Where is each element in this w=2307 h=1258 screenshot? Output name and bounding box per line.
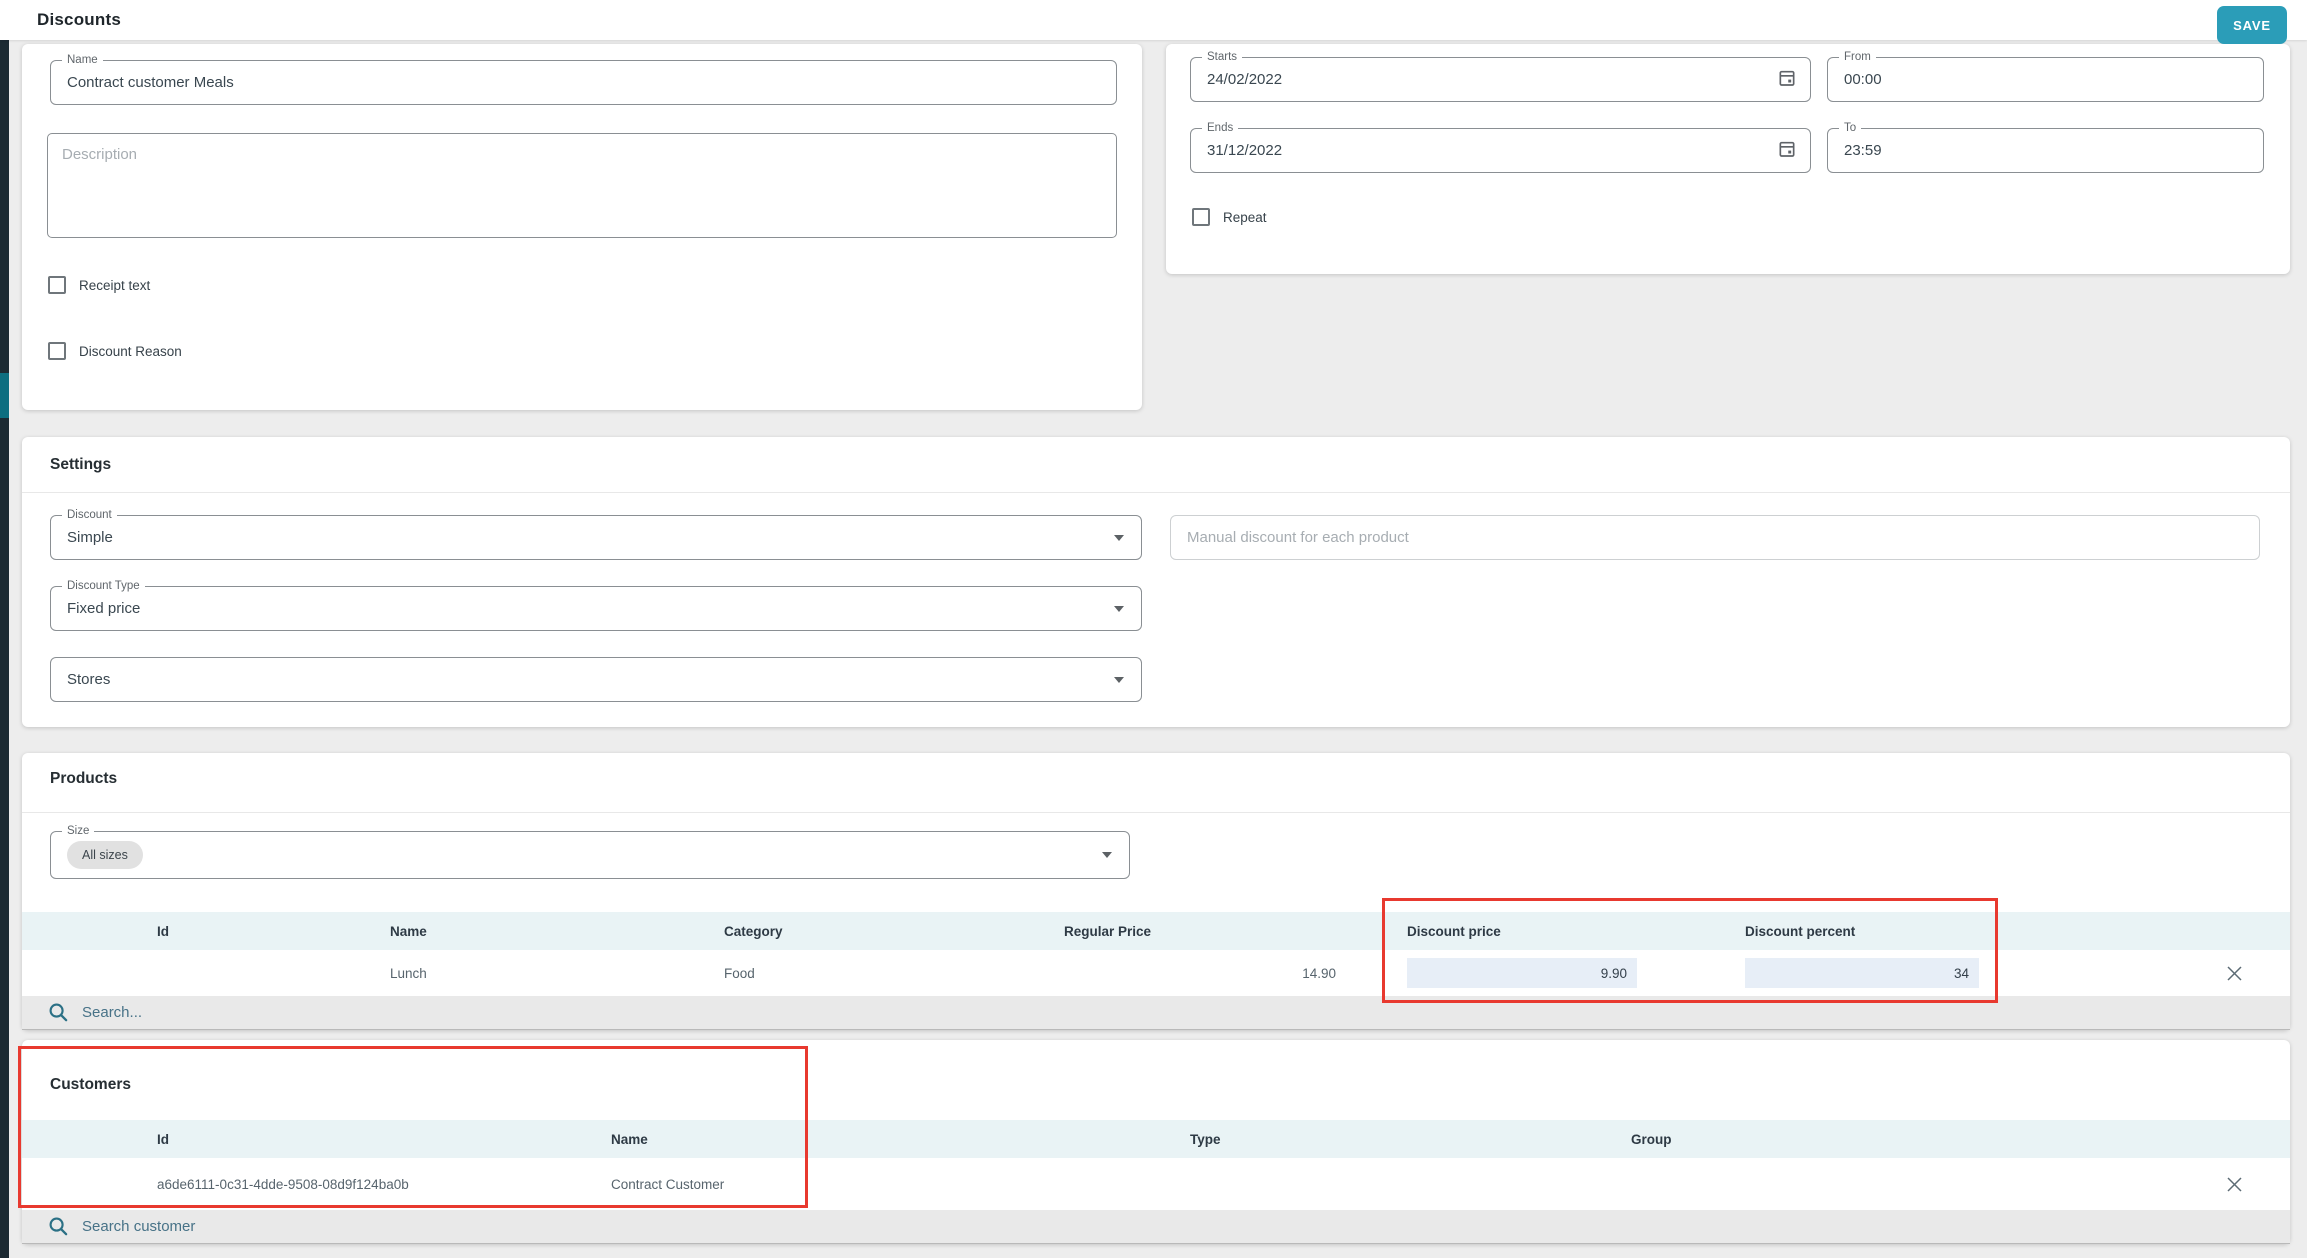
remove-customer-button[interactable] — [2221, 1171, 2247, 1197]
customer-search-input[interactable] — [82, 1218, 2290, 1235]
products-divider — [22, 812, 2290, 813]
discount-reason-label: Discount Reason — [79, 344, 182, 359]
col-name: Name — [390, 912, 427, 950]
col-id: Id — [157, 1120, 169, 1158]
chevron-down-icon — [1102, 852, 1112, 858]
close-icon — [2225, 964, 2244, 983]
col-category: Category — [724, 912, 783, 950]
name-field-wrap: Name — [50, 60, 1117, 105]
ends-calendar-icon[interactable] — [1777, 138, 1797, 163]
customers-card: Customers Id Name Type Group a6de6111-0c… — [22, 1040, 2290, 1244]
manual-discount-field-wrap — [1170, 515, 2260, 560]
chevron-down-icon — [1114, 677, 1124, 683]
app-header: Discounts SAVE — [0, 0, 2307, 40]
product-search-bar — [22, 996, 2290, 1030]
from-time-input[interactable] — [1828, 58, 2263, 101]
sidebar-active-item-edge — [0, 373, 9, 418]
close-icon — [2225, 1175, 2244, 1194]
discount-select[interactable]: Discount Simple — [50, 515, 1142, 560]
settings-divider — [22, 492, 2290, 493]
from-field-wrap: From — [1827, 57, 2264, 102]
customer-table-row: a6de6111-0c31-4dde-9508-08d9f124ba0b Con… — [22, 1158, 2290, 1210]
description-textarea[interactable] — [47, 133, 1117, 238]
starts-calendar-icon[interactable] — [1777, 67, 1797, 92]
product-table-row: Lunch Food 14.90 — [22, 950, 2290, 996]
receipt-text-label: Receipt text — [79, 278, 150, 293]
col-type: Type — [1190, 1120, 1221, 1158]
product-regular-price-cell: 14.90 — [1064, 950, 1336, 996]
remove-product-button[interactable] — [2221, 960, 2247, 986]
manual-discount-input[interactable] — [1171, 516, 2259, 559]
customer-id-cell: a6de6111-0c31-4dde-9508-08d9f124ba0b — [157, 1158, 409, 1210]
col-regular-price: Regular Price — [1064, 912, 1151, 950]
receipt-text-checkbox[interactable] — [48, 276, 66, 294]
customer-name-cell: Contract Customer — [611, 1158, 724, 1210]
customers-table-header: Id Name Type Group — [22, 1120, 2290, 1158]
product-search-input[interactable] — [82, 1004, 2290, 1021]
col-discount-percent: Discount percent — [1745, 912, 1855, 950]
schedule-card: Starts From Ends — [1166, 44, 2290, 274]
product-category-cell: Food — [724, 950, 755, 996]
discount-type-select[interactable]: Discount Type Fixed price — [50, 586, 1142, 631]
save-button[interactable]: SAVE — [2217, 6, 2287, 44]
products-card: Products Size All sizes Id Name Category… — [22, 753, 2290, 1030]
discount-type-select-value: Fixed price — [51, 587, 1141, 630]
size-select[interactable]: Size All sizes — [50, 831, 1130, 879]
general-card: Name Receipt text Discount Reason — [22, 44, 1142, 410]
repeat-checkbox-row[interactable]: Repeat — [1192, 208, 1267, 226]
search-icon — [48, 1216, 69, 1237]
ends-date-input[interactable] — [1191, 129, 1810, 172]
products-title: Products — [50, 770, 117, 788]
receipt-text-checkbox-row[interactable]: Receipt text — [48, 276, 150, 294]
search-icon — [48, 1002, 69, 1023]
customer-search-bar — [22, 1210, 2290, 1244]
starts-date-input[interactable] — [1191, 58, 1810, 101]
settings-card: Settings Discount Simple Discount Type F… — [22, 437, 2290, 727]
product-name-cell: Lunch — [390, 950, 427, 996]
repeat-checkbox[interactable] — [1192, 208, 1210, 226]
size-select-label: Size — [62, 824, 94, 838]
sidebar-edge[interactable] — [0, 40, 9, 1258]
col-name: Name — [611, 1120, 648, 1158]
stores-select[interactable]: Stores — [50, 657, 1142, 702]
col-id: Id — [157, 912, 169, 950]
discount-select-value: Simple — [51, 516, 1141, 559]
customers-title: Customers — [50, 1076, 131, 1094]
to-time-input[interactable] — [1828, 129, 2263, 172]
ends-field-wrap: Ends — [1190, 128, 1811, 173]
all-sizes-chip[interactable]: All sizes — [67, 841, 143, 869]
chevron-down-icon — [1114, 535, 1124, 541]
discount-percent-input[interactable] — [1745, 958, 1979, 988]
stores-select-value: Stores — [51, 658, 1141, 701]
chevron-down-icon — [1114, 606, 1124, 612]
to-field-wrap: To — [1827, 128, 2264, 173]
col-group: Group — [1631, 1120, 1672, 1158]
page-title: Discounts — [37, 10, 121, 30]
discount-reason-checkbox-row[interactable]: Discount Reason — [48, 342, 182, 360]
discount-reason-checkbox[interactable] — [48, 342, 66, 360]
col-discount-price: Discount price — [1407, 912, 1501, 950]
repeat-label: Repeat — [1223, 210, 1267, 225]
settings-title: Settings — [50, 456, 111, 474]
starts-field-wrap: Starts — [1190, 57, 1811, 102]
products-table-header: Id Name Category Regular Price Discount … — [22, 912, 2290, 950]
name-input[interactable] — [51, 61, 1116, 104]
discounts-page: Discounts SAVE Name Receipt text Discoun… — [0, 0, 2307, 1258]
discount-price-input[interactable] — [1407, 958, 1637, 988]
